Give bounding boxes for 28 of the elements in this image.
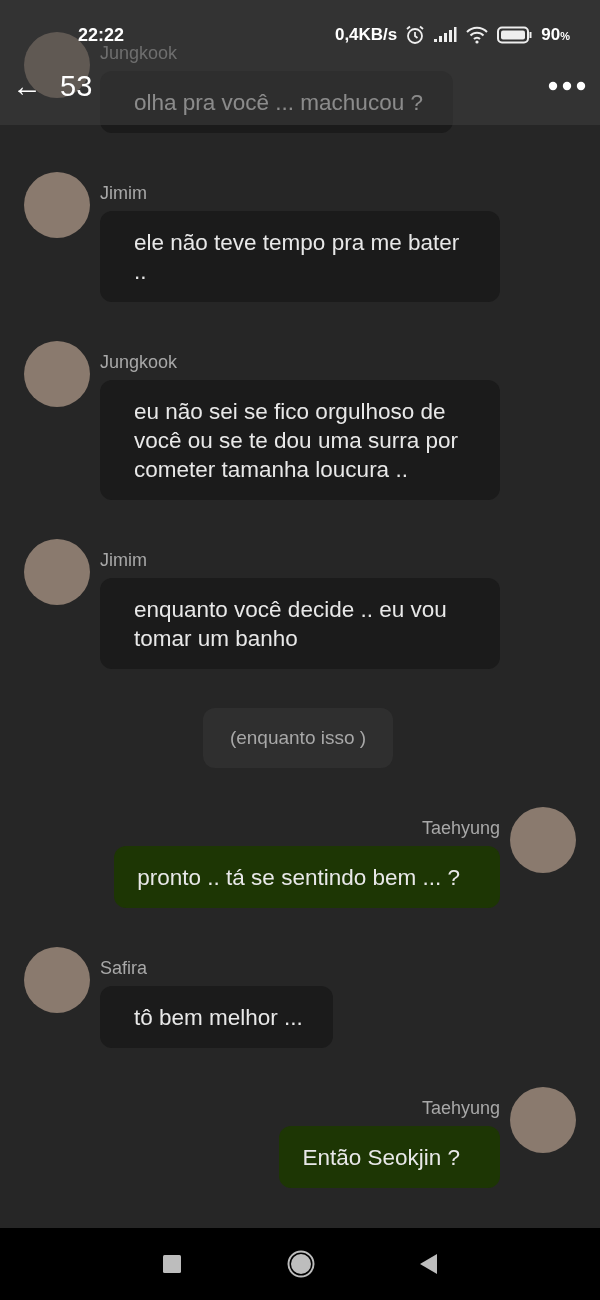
back-button[interactable]: ← bbox=[8, 68, 46, 104]
alarm-icon bbox=[405, 25, 426, 45]
message-bubble: Então Seokjin ? bbox=[279, 1126, 500, 1188]
message-bubble: enquanto você decide .. eu vou tomar um banho bbox=[100, 578, 500, 669]
recents-icon[interactable] bbox=[162, 1254, 182, 1274]
message-bubble: eu não sei se fico orgulhoso de você ou se te dou uma surra por cometer tamanha loucura .. bbox=[100, 380, 500, 500]
message-count: 53 bbox=[60, 69, 93, 103]
sender-name: Taehyung bbox=[421, 818, 500, 838]
system-message: (enquanto isso ) bbox=[202, 708, 394, 768]
network-speed: 0,4KB/s bbox=[334, 25, 398, 45]
sender-name: Jungkook bbox=[100, 352, 178, 372]
wifi-icon bbox=[465, 26, 490, 44]
sender-name: Jimim bbox=[100, 183, 147, 203]
message-bubble: ele não teve tempo pra me bater .. bbox=[100, 211, 500, 302]
sender-name: Taehyung bbox=[421, 1098, 500, 1118]
message-bubble: olha pra você ... machucou ? bbox=[100, 71, 453, 133]
back-icon[interactable] bbox=[420, 1254, 438, 1274]
status-time: 22:22 bbox=[78, 24, 125, 46]
sender-name: Safira bbox=[100, 958, 148, 978]
battery-icon bbox=[497, 26, 534, 44]
message-bubble: tô bem melhor ... bbox=[100, 986, 333, 1048]
home-icon[interactable] bbox=[287, 1250, 315, 1278]
battery-percent: 90% bbox=[541, 25, 570, 45]
sender-name: Jimim bbox=[100, 550, 147, 570]
more-icon[interactable] bbox=[548, 81, 586, 91]
message-bubble: pronto .. tá se sentindo bem ... ? bbox=[114, 846, 500, 908]
signal-icon bbox=[433, 27, 458, 43]
sender-name: Jungkook bbox=[100, 43, 178, 63]
